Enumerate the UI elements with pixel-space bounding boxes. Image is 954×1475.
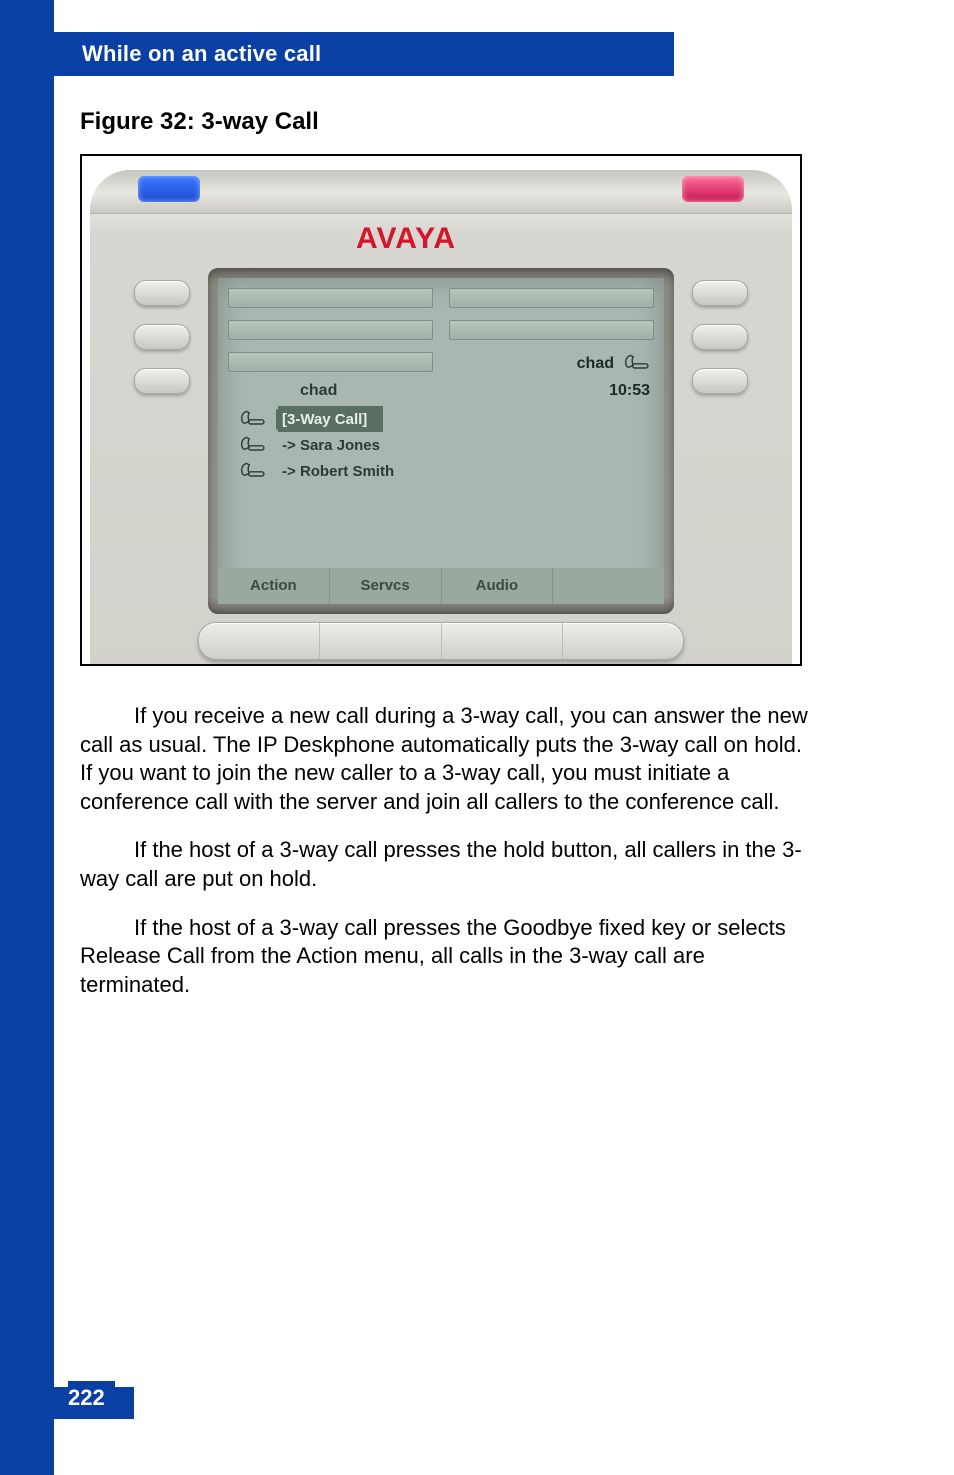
softkey-button-3[interactable]	[442, 623, 563, 659]
softkey-audio[interactable]: Audio	[442, 568, 554, 604]
participant-name: Robert Smith	[300, 463, 394, 480]
phone-top-bezel	[90, 170, 792, 214]
line-key-right-1[interactable]	[692, 280, 748, 306]
handset-icon	[238, 460, 266, 482]
section-header: While on an active call	[54, 32, 674, 76]
figure-frame: AVAYA chad	[80, 154, 802, 666]
screen-time: 10:53	[609, 382, 650, 400]
line-key-left-1[interactable]	[134, 280, 190, 306]
phone-screen: chad chad 10:53 [3	[218, 278, 664, 604]
line-key-left-3[interactable]	[134, 368, 190, 394]
arrow-prefix: ->	[282, 437, 296, 454]
line-key-left-2[interactable]	[134, 324, 190, 350]
status-row: chad	[577, 352, 650, 375]
call-list-row[interactable]: -> Robert Smith	[234, 458, 648, 484]
softkey-button-1[interactable]	[199, 623, 320, 659]
paragraph: If the host of a 3-way call presses the …	[80, 914, 820, 1000]
status-led-red	[682, 176, 744, 202]
left-blue-spine	[0, 0, 54, 1475]
linekey-label-l2	[228, 320, 433, 340]
linekey-label-r1	[449, 288, 654, 308]
screen-bezel: chad chad 10:53 [3	[208, 268, 674, 614]
call-list-row-selected[interactable]: [3-Way Call]	[234, 406, 648, 432]
softkey-button-2[interactable]	[320, 623, 441, 659]
softkey-button-4[interactable]	[563, 623, 683, 659]
phone-body: AVAYA chad	[90, 170, 792, 666]
softkey-servcs[interactable]: Servcs	[330, 568, 442, 604]
linekey-label-l1	[228, 288, 433, 308]
softkey-action[interactable]: Action	[218, 568, 330, 604]
softkey-bar: Action Servcs Audio	[218, 568, 664, 604]
call-list: [3-Way Call] -> Sara Jones	[234, 406, 648, 484]
content-column: Figure 32: 3-way Call AVAYA	[80, 108, 820, 1019]
avaya-logo-text: AVAYA	[356, 222, 456, 255]
figure-caption: Figure 32: 3-way Call	[80, 108, 820, 136]
handset-icon	[238, 434, 266, 456]
line-key-right-2[interactable]	[692, 324, 748, 350]
line-key-right-3[interactable]	[692, 368, 748, 394]
page: While on an active call Figure 32: 3-way…	[0, 0, 954, 1475]
linekey-label-r2	[449, 320, 654, 340]
call-list-row[interactable]: -> Sara Jones	[234, 432, 648, 458]
screen-user-label: chad	[300, 382, 337, 400]
handset-icon	[622, 352, 650, 375]
handset-icon	[238, 408, 266, 430]
status-user-label: chad	[577, 355, 614, 373]
page-number: 222	[68, 1381, 115, 1415]
linekey-label-l3	[228, 352, 433, 372]
status-led-blue	[138, 176, 200, 202]
softkey-blank[interactable]	[553, 568, 664, 604]
body-text: If you receive a new call during a 3-way…	[80, 702, 820, 999]
selected-call-label: [3-Way Call]	[276, 409, 373, 430]
participant-name: Sara Jones	[300, 437, 380, 454]
softkey-physical-row	[198, 622, 684, 660]
paragraph: If the host of a 3-way call presses the …	[80, 836, 820, 893]
arrow-prefix: ->	[282, 463, 296, 480]
avaya-logo: AVAYA	[90, 220, 792, 261]
paragraph: If you receive a new call during a 3-way…	[80, 702, 820, 816]
